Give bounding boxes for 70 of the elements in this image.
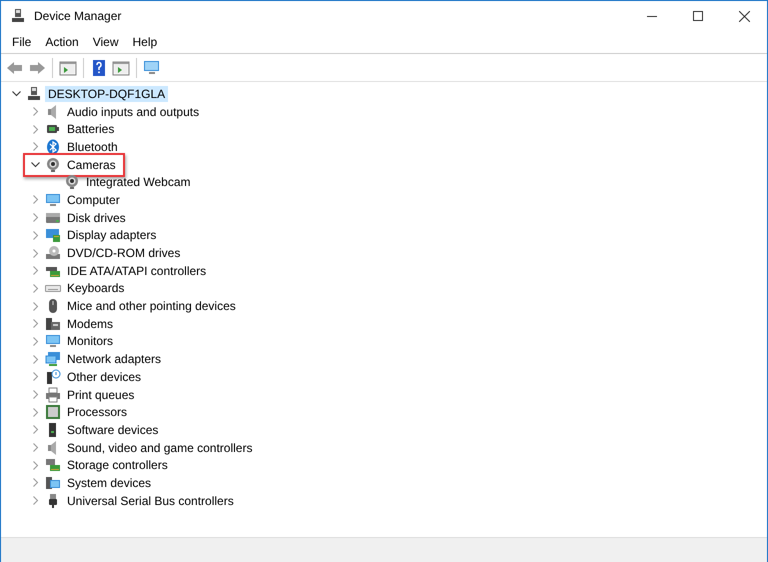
- tree-item[interactable]: Processors: [64, 404, 130, 420]
- tree-item[interactable]: Bluetooth: [64, 138, 121, 155]
- collapsed-chevron-icon[interactable]: [32, 390, 38, 400]
- collapsed-chevron-icon[interactable]: [32, 372, 38, 382]
- tree-item[interactable]: Keyboards: [64, 280, 128, 296]
- tree-item[interactable]: Display adapters: [64, 227, 160, 244]
- tree-item[interactable]: IDE ATA/ATAPI controllers: [64, 262, 210, 279]
- network-adapter-icon: [45, 351, 61, 368]
- tree-item[interactable]: Disk drives: [64, 210, 129, 226]
- tree-item[interactable]: Software devices: [64, 422, 162, 438]
- expanded-chevron-icon[interactable]: [31, 162, 40, 168]
- collapsed-chevron-icon[interactable]: [32, 302, 38, 311]
- collapsed-chevron-icon[interactable]: [32, 213, 38, 222]
- system-device-icon: [45, 474, 61, 491]
- tree-item[interactable]: Other devices: [64, 368, 144, 385]
- modem-icon: [45, 316, 61, 332]
- computer-icon: [45, 333, 61, 350]
- bluetooth-icon: [45, 138, 61, 155]
- collapsed-chevron-icon[interactable]: [32, 230, 38, 240]
- unknown-device-icon: [45, 368, 61, 385]
- window-title: Device Manager: [34, 9, 122, 23]
- collapsed-chevron-icon[interactable]: [32, 460, 38, 470]
- disc-drive-icon: [45, 245, 61, 262]
- tree-item[interactable]: Monitors: [64, 333, 116, 350]
- menu-item[interactable]: File: [5, 35, 38, 49]
- expanded-chevron-icon[interactable]: [12, 90, 21, 97]
- tree-item[interactable]: Audio inputs and outputs: [64, 104, 202, 120]
- collapsed-chevron-icon[interactable]: [32, 248, 38, 258]
- tree-item[interactable]: Computer: [64, 192, 123, 208]
- tree-item[interactable]: Mice and other pointing devices: [64, 298, 239, 314]
- app-icon: [10, 8, 26, 24]
- menu-item[interactable]: View: [86, 35, 126, 49]
- collapsed-chevron-icon[interactable]: [32, 496, 38, 506]
- tree-item[interactable]: DESKTOP-DQF1GLA: [45, 86, 168, 102]
- collapsed-chevron-icon[interactable]: [32, 336, 38, 346]
- collapsed-chevron-icon[interactable]: [32, 284, 38, 293]
- collapsed-chevron-icon[interactable]: [32, 319, 38, 328]
- computer-icon: [26, 86, 42, 102]
- collapsed-chevron-icon[interactable]: [32, 266, 38, 276]
- display-adapter-icon: [45, 227, 61, 244]
- menu-item[interactable]: Help: [126, 35, 164, 49]
- tree-item[interactable]: Storage controllers: [64, 457, 171, 474]
- collapsed-chevron-icon[interactable]: [32, 124, 38, 134]
- collapsed-chevron-icon[interactable]: [32, 425, 38, 434]
- processor-icon: [45, 404, 61, 420]
- collapsed-chevron-icon[interactable]: [32, 142, 38, 152]
- printer-icon: [45, 386, 61, 403]
- tree-item[interactable]: Universal Serial Bus controllers: [64, 492, 237, 509]
- tree-item[interactable]: DVD/CD-ROM drives: [64, 245, 184, 262]
- collapsed-chevron-icon[interactable]: [32, 408, 38, 417]
- tree-item[interactable]: Modems: [64, 316, 116, 332]
- tree-item[interactable]: Sound, video and game controllers: [64, 440, 256, 456]
- webcam-icon: [45, 156, 61, 173]
- computer-icon: [45, 192, 61, 208]
- tree-item[interactable]: Batteries: [64, 121, 118, 138]
- tree-item[interactable]: Network adapters: [64, 351, 164, 368]
- tree-item[interactable]: Print queues: [64, 386, 138, 403]
- webcam-icon: [64, 174, 80, 190]
- collapsed-chevron-icon[interactable]: [32, 107, 38, 116]
- tree-item[interactable]: Cameras: [64, 156, 119, 173]
- tree-item[interactable]: System devices: [64, 474, 154, 491]
- menu-item[interactable]: Action: [38, 35, 86, 49]
- collapsed-chevron-icon[interactable]: [32, 354, 38, 364]
- collapsed-chevron-icon[interactable]: [32, 443, 38, 452]
- maximize-icon[interactable]: [693, 11, 703, 21]
- storage-controller-icon: [45, 457, 61, 474]
- collapsed-chevron-icon[interactable]: [32, 195, 38, 204]
- tree-item[interactable]: Integrated Webcam: [83, 174, 194, 190]
- collapsed-chevron-icon[interactable]: [32, 478, 38, 488]
- close-icon[interactable]: [738, 10, 750, 22]
